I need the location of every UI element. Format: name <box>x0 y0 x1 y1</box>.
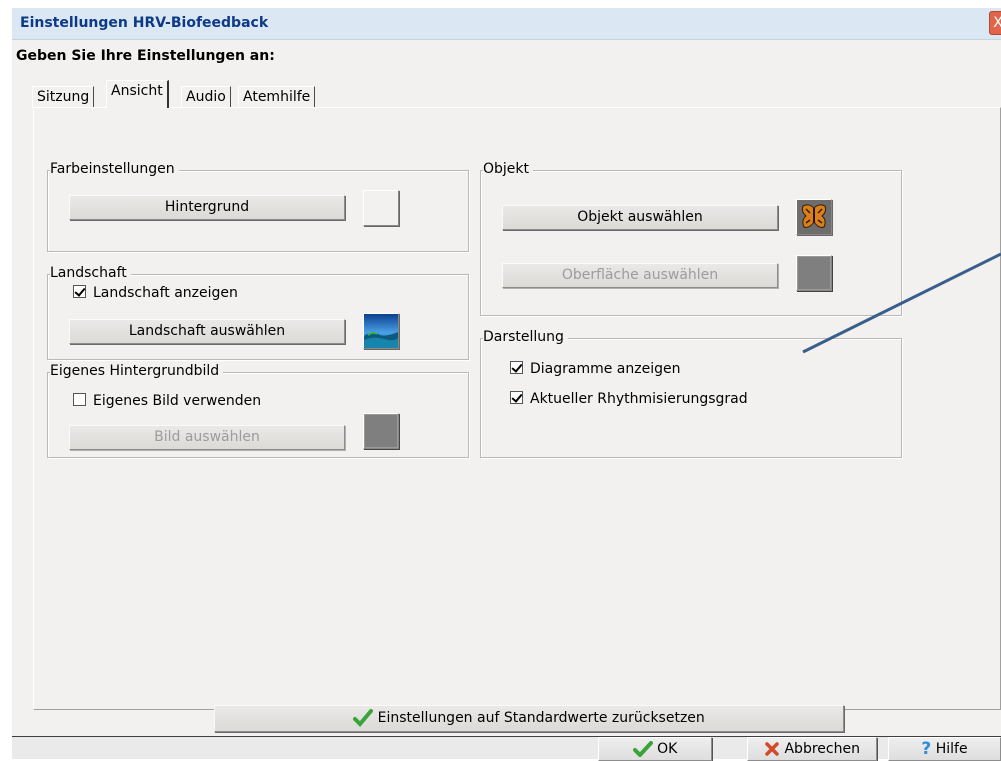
bild-auswaehlen-button[interactable]: Bild auswählen <box>69 425 345 450</box>
group-eigenes-hintergrundbild: Eigenes Hintergrundbild Eigenes Bild ver… <box>47 363 469 458</box>
reset-defaults-button[interactable]: Einstellungen auf Standardwerte zurückse… <box>214 705 844 732</box>
title-bar: Einstellungen HRV-Biofeedback X <box>12 8 1001 40</box>
landscape-preview-thumbnail[interactable] <box>363 313 399 349</box>
objekt-auswaehlen-button[interactable]: Objekt auswählen <box>502 205 778 230</box>
group-objekt: Objekt Objekt auswählen Oberfläche auswä… <box>480 161 902 316</box>
rhythmisierungsgrad-label: Aktueller Rhythmisierungsgrad <box>530 391 748 407</box>
window-title: Einstellungen HRV-Biofeedback <box>20 15 269 31</box>
eigenes-bild-checkbox[interactable]: Eigenes Bild verwenden <box>73 393 261 409</box>
surface-color-swatch[interactable] <box>796 255 832 291</box>
footer-bar: OK Abbrechen ? Hilfe <box>12 736 1001 761</box>
group-farbeinstellungen: Farbeinstellungen Hintergrund <box>47 161 469 252</box>
cancel-label: Abbrechen <box>784 741 860 757</box>
oberflaeche-auswaehlen-button[interactable]: Oberfläche auswählen <box>502 263 778 288</box>
x-icon <box>765 742 779 756</box>
object-preview-thumbnail[interactable] <box>796 199 832 235</box>
group-label-objekt: Objekt <box>483 161 534 177</box>
tab-ansicht[interactable]: Ansicht <box>106 80 169 108</box>
group-label-landschaft: Landschaft <box>50 265 131 281</box>
checkbox-checked-icon <box>73 285 86 298</box>
checkbox-checked-icon <box>510 391 523 404</box>
group-darstellung: Darstellung Diagramme anzeigen Aktueller… <box>480 329 902 458</box>
rhythmisierungsgrad-checkbox[interactable]: Aktueller Rhythmisierungsgrad <box>510 391 748 407</box>
hintergrund-button[interactable]: Hintergrund <box>69 195 345 220</box>
diagramme-anzeigen-checkbox[interactable]: Diagramme anzeigen <box>510 361 681 377</box>
tab-audio[interactable]: Audio <box>181 86 231 108</box>
tab-sitzung[interactable]: Sitzung <box>32 86 95 108</box>
checkbox-checked-icon <box>510 361 523 374</box>
landschaft-anzeigen-checkbox[interactable]: Landschaft anzeigen <box>73 285 238 301</box>
dialog-prompt: Geben Sie Ihre Einstellungen an: <box>16 48 275 64</box>
diagramme-anzeigen-label: Diagramme anzeigen <box>530 361 681 377</box>
close-icon: X <box>993 15 1001 31</box>
close-button[interactable]: X <box>989 11 1001 35</box>
checkmark-icon <box>632 741 653 757</box>
question-mark-icon: ? <box>921 739 932 759</box>
ok-label: OK <box>657 741 678 757</box>
eigenes-bild-label: Eigenes Bild verwenden <box>93 393 262 409</box>
checkbox-unchecked-icon <box>73 393 86 406</box>
group-label-farbeinstellungen: Farbeinstellungen <box>50 161 179 177</box>
group-label-darstellung: Darstellung <box>483 329 568 345</box>
tab-atemhilfe[interactable]: Atemhilfe <box>238 86 316 108</box>
landschaft-anzeigen-label: Landschaft anzeigen <box>93 285 238 301</box>
reset-defaults-label: Einstellungen auf Standardwerte zurückse… <box>377 710 705 726</box>
tab-panel-ansicht: Farbeinstellungen Hintergrund Landschaft… <box>33 107 1001 732</box>
background-color-swatch[interactable] <box>363 190 399 226</box>
help-button[interactable]: ? Hilfe <box>888 737 1001 761</box>
checkmark-icon <box>353 709 374 727</box>
landscape-icon <box>364 314 398 348</box>
landschaft-auswaehlen-button[interactable]: Landschaft auswählen <box>69 319 345 344</box>
group-landschaft: Landschaft Landschaft anzeigen Landschaf… <box>47 265 469 360</box>
settings-dialog: Geben Sie Ihre Einstellungen an: Sitzung… <box>12 40 1001 761</box>
cancel-button[interactable]: Abbrechen <box>747 737 877 761</box>
help-label: Hilfe <box>935 741 968 757</box>
group-label-eigenes-hintergrundbild: Eigenes Hintergrundbild <box>50 363 224 379</box>
ok-button[interactable]: OK <box>598 737 712 761</box>
butterfly-icon <box>797 200 831 234</box>
own-image-swatch[interactable] <box>363 413 399 449</box>
